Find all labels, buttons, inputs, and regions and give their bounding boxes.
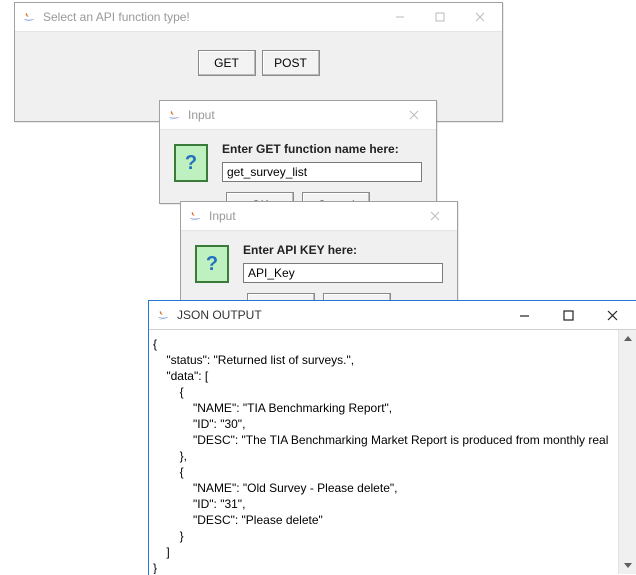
dialog2-label: Enter API KEY here: <box>243 243 443 257</box>
maximize-button[interactable] <box>546 301 590 329</box>
main-window-controls <box>380 3 500 31</box>
question-icon: ? <box>195 245 229 283</box>
output-titlebar: JSON OUTPUT <box>149 301 636 330</box>
get-button[interactable]: GET <box>198 50 256 76</box>
api-key-input[interactable]: API_Key <box>243 263 443 283</box>
main-titlebar: Select an API function type! <box>15 3 502 32</box>
dialog1-label: Enter GET function name here: <box>222 142 422 156</box>
dialog1-titlebar: Input <box>160 101 436 130</box>
close-button[interactable] <box>590 301 634 329</box>
minimize-button[interactable] <box>502 301 546 329</box>
java-icon <box>166 107 182 123</box>
output-window: JSON OUTPUT { "status": "Returned list o… <box>148 300 636 575</box>
java-icon <box>187 208 203 224</box>
java-icon <box>21 9 37 25</box>
vertical-scrollbar[interactable] <box>618 330 636 574</box>
java-icon <box>155 307 171 323</box>
input-dialog-1: Input ? Enter GET function name here: ge… <box>159 100 437 204</box>
dialog1-title: Input <box>188 108 394 122</box>
main-title: Select an API function type! <box>43 10 380 24</box>
close-button[interactable] <box>415 202 455 230</box>
maximize-button[interactable] <box>420 3 460 31</box>
dialog2-titlebar: Input <box>181 202 457 231</box>
close-button[interactable] <box>460 3 500 31</box>
scroll-up-arrow[interactable] <box>619 330 636 347</box>
json-output-text[interactable]: { "status": "Returned list of surveys.",… <box>149 330 618 574</box>
close-button[interactable] <box>394 101 434 129</box>
minimize-button[interactable] <box>380 3 420 31</box>
post-button[interactable]: POST <box>262 50 320 76</box>
function-name-input[interactable]: get_survey_list <box>222 162 422 182</box>
scroll-down-arrow[interactable] <box>619 557 636 574</box>
question-icon: ? <box>174 144 208 182</box>
input-dialog-2: Input ? Enter API KEY here: API_Key OK C… <box>180 201 458 303</box>
output-title: JSON OUTPUT <box>177 308 502 322</box>
dialog2-title: Input <box>209 209 415 223</box>
